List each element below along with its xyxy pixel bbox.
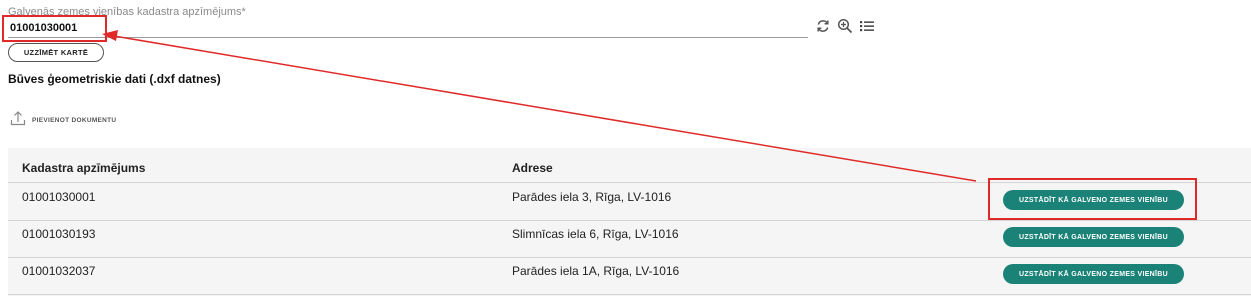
header-address: Adrese	[512, 161, 553, 175]
field-icons	[815, 18, 875, 34]
row-address: Slimnīcas iela 6, Rīga, LV-1016	[512, 227, 679, 241]
row-address: Parādes iela 3, Rīga, LV-1016	[512, 190, 672, 204]
refresh-icon[interactable]	[815, 18, 831, 34]
row-code: 01001030001	[22, 190, 96, 204]
zoom-in-icon[interactable]	[837, 18, 853, 34]
cadastre-table: Kadastra apzīmējums Adrese 01001030001 P…	[8, 148, 1251, 296]
row-code: 01001032037	[22, 264, 96, 278]
list-icon[interactable]	[859, 18, 875, 34]
header-cadastre: Kadastra apzīmējums	[22, 161, 146, 175]
table-row: 01001030193 Slimnīcas iela 6, Rīga, LV-1…	[8, 220, 1251, 258]
button-highlight-box	[988, 178, 1197, 220]
section-title: Būves ģeometriskie dati (.dxf datnes)	[8, 72, 221, 86]
table-row: 01001032037 Parādes iela 1A, Rīga, LV-10…	[8, 257, 1251, 295]
input-highlight-box	[2, 15, 107, 42]
show-on-map-button[interactable]: UZZĪMĒT KARTĒ	[8, 43, 104, 62]
add-document-label: PIEVIENOT DOKUMENTU	[32, 117, 117, 124]
add-document-button[interactable]: PIEVIENOT DOKUMENTU	[10, 110, 116, 131]
set-main-land-unit-button[interactable]: UZSTĀDĪT KĀ GALVENO ZEMES VIENĪBU	[1003, 227, 1184, 247]
row-address: Parādes iela 1A, Rīga, LV-1016	[512, 264, 680, 278]
row-code: 01001030193	[22, 227, 96, 241]
set-main-land-unit-button[interactable]: UZSTĀDĪT KĀ GALVENO ZEMES VIENĪBU	[1003, 264, 1184, 284]
cadastre-input[interactable]: 01001030001	[8, 18, 808, 38]
upload-icon	[10, 110, 26, 131]
